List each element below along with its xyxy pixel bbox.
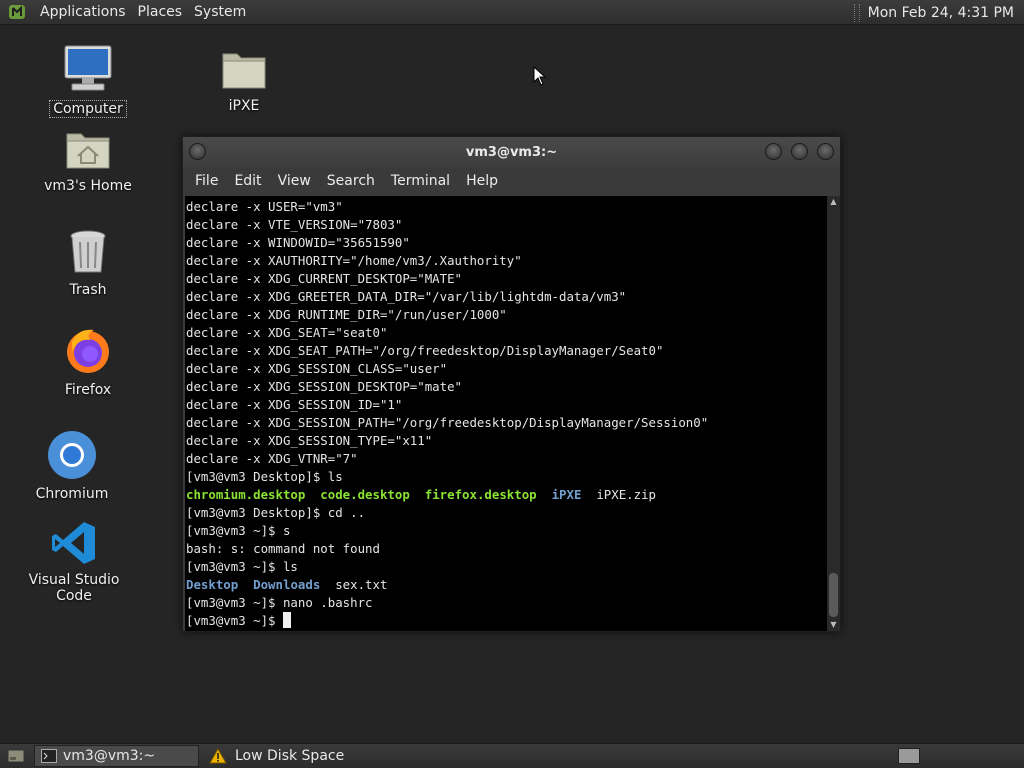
menu-search[interactable]: Search: [319, 173, 383, 189]
trash-icon: [28, 228, 148, 280]
terminal-line: declare -x XDG_CURRENT_DESKTOP="MATE": [186, 271, 463, 286]
desktop-icon-home[interactable]: vm3's Home: [28, 128, 148, 194]
show-desktop-icon: [7, 749, 25, 763]
computer-icon: [28, 44, 148, 98]
terminal-output[interactable]: declare -x USER="vm3" declare -x VTE_VER…: [185, 196, 827, 631]
terminal-line: declare -x XDG_SESSION_CLASS="user": [186, 361, 448, 376]
taskbar-label: Low Disk Space: [235, 748, 345, 764]
folder-icon: [184, 48, 304, 96]
panel-separator: [853, 3, 860, 22]
firefox-icon: [28, 326, 148, 380]
terminal-line: declare -x XDG_VTNR="7": [186, 451, 358, 466]
ls-output-desktop: chromium.desktop code.desktop firefox.de…: [186, 486, 827, 504]
terminal-line: declare -x XDG_SESSION_PATH="/org/freede…: [186, 415, 709, 430]
menu-edit[interactable]: Edit: [226, 173, 269, 189]
close-button[interactable]: [817, 143, 834, 160]
window-title: vm3@vm3:~: [465, 144, 558, 160]
window-titlebar[interactable]: vm3@vm3:~: [183, 137, 840, 167]
ls-output-home: Desktop Downloads sex.txt: [186, 576, 827, 594]
taskbar-item-terminal[interactable]: vm3@vm3:~: [34, 745, 199, 767]
minimize-button[interactable]: [765, 143, 782, 160]
menu-help[interactable]: Help: [458, 173, 506, 189]
ls-entry: iPXE.zip: [596, 487, 657, 502]
terminal-line: declare -x VTE_VERSION="7803": [186, 217, 403, 232]
warning-icon: [209, 748, 227, 764]
workspace-switcher[interactable]: [898, 748, 920, 764]
desktop-icon-label: Trash: [69, 282, 107, 298]
menu-view[interactable]: View: [270, 173, 319, 189]
bottom-panel: vm3@vm3:~ Low Disk Space: [0, 743, 1024, 768]
terminal-line: declare -x USER="vm3": [186, 199, 343, 214]
terminal-line: declare -x XDG_SESSION_TYPE="x11": [186, 433, 433, 448]
menu-file[interactable]: File: [187, 173, 226, 189]
taskbar-label: vm3@vm3:~: [63, 748, 156, 764]
terminal-line: bash: s: command not found: [186, 541, 380, 556]
terminal-line: declare -x XDG_SESSION_ID="1": [186, 397, 403, 412]
home-folder-icon: [28, 128, 148, 176]
maximize-button[interactable]: [791, 143, 808, 160]
top-panel: Applications Places System Mon Feb 24, 4…: [0, 0, 1024, 25]
terminal-line: [vm3@vm3 ~]$ nano .bashrc: [186, 595, 373, 610]
ls-entry: Downloads: [253, 577, 321, 592]
desktop-icon-label: iPXE: [228, 98, 260, 114]
desktop-icon-label: vm3's Home: [44, 178, 132, 194]
show-desktop-button[interactable]: [4, 745, 28, 767]
desktop-icon-label: Chromium: [35, 486, 109, 502]
chromium-icon: [12, 430, 132, 484]
mate-logo-icon[interactable]: [6, 1, 28, 23]
desktop-icon-label: Firefox: [64, 382, 112, 398]
desktop-icon-label: Computer: [49, 100, 127, 118]
ls-entry: Desktop: [186, 577, 239, 592]
ls-entry: chromium.desktop: [186, 487, 306, 502]
mouse-pointer-icon: [533, 65, 547, 90]
desktop-icon-computer[interactable]: Computer: [28, 44, 148, 118]
places-menu[interactable]: Places: [132, 4, 189, 20]
terminal-scrollbar[interactable]: ▲ ▼: [827, 196, 840, 631]
scrollbar-thumb[interactable]: [829, 573, 838, 617]
ls-entry: iPXE: [551, 487, 582, 502]
taskbar-item-low-disk[interactable]: Low Disk Space: [203, 745, 403, 767]
prompt: [vm3@vm3 ~]$: [186, 613, 283, 628]
terminal-line: declare -x XDG_GREETER_DATA_DIR="/var/li…: [186, 289, 627, 304]
terminal-line: declare -x XDG_SESSION_DESKTOP="mate": [186, 379, 463, 394]
ls-entry: firefox.desktop: [424, 487, 537, 502]
terminal-line: declare -x XDG_RUNTIME_DIR="/run/user/10…: [186, 307, 507, 322]
desktop-icon-ipxe[interactable]: iPXE: [184, 48, 304, 114]
applications-menu[interactable]: Applications: [34, 4, 132, 20]
text-cursor: [282, 612, 291, 628]
desktop-icon-chromium[interactable]: Chromium: [12, 430, 132, 502]
desktop-icon-label: Visual Studio Code: [28, 572, 120, 604]
vscode-icon: [14, 520, 134, 570]
terminal-window: vm3@vm3:~ File Edit View Search Terminal…: [182, 136, 841, 632]
terminal-line: declare -x XDG_SEAT_PATH="/org/freedeskt…: [186, 343, 664, 358]
terminal-line: [vm3@vm3 ~]$ ls: [186, 559, 298, 574]
terminal-line: [vm3@vm3 Desktop]$ cd ..: [186, 505, 366, 520]
scroll-up-icon[interactable]: ▲: [827, 196, 840, 208]
desktop-icon-trash[interactable]: Trash: [28, 228, 148, 298]
terminal-line: declare -x XDG_SEAT="seat0": [186, 325, 388, 340]
desktop-icon-firefox[interactable]: Firefox: [28, 326, 148, 398]
terminal-prompt-line: [vm3@vm3 ~]$: [186, 612, 827, 630]
terminal-line: declare -x WINDOWID="35651590": [186, 235, 410, 250]
window-menu-button[interactable]: [189, 143, 206, 160]
desktop-icon-vscode[interactable]: Visual Studio Code: [14, 520, 134, 604]
ls-entry: code.desktop: [320, 487, 410, 502]
terminal-line: [vm3@vm3 Desktop]$ ls: [186, 469, 343, 484]
system-menu[interactable]: System: [188, 4, 252, 20]
clock[interactable]: Mon Feb 24, 4:31 PM: [868, 5, 1014, 21]
scroll-down-icon[interactable]: ▼: [827, 619, 840, 631]
terminal-menubar: File Edit View Search Terminal Help: [183, 167, 840, 195]
terminal-line: declare -x XAUTHORITY="/home/vm3/.Xautho…: [186, 253, 522, 268]
ls-entry: sex.txt: [335, 577, 388, 592]
terminal-icon: [41, 749, 57, 763]
terminal-line: [vm3@vm3 ~]$ s: [186, 523, 291, 538]
menu-terminal[interactable]: Terminal: [383, 173, 458, 189]
